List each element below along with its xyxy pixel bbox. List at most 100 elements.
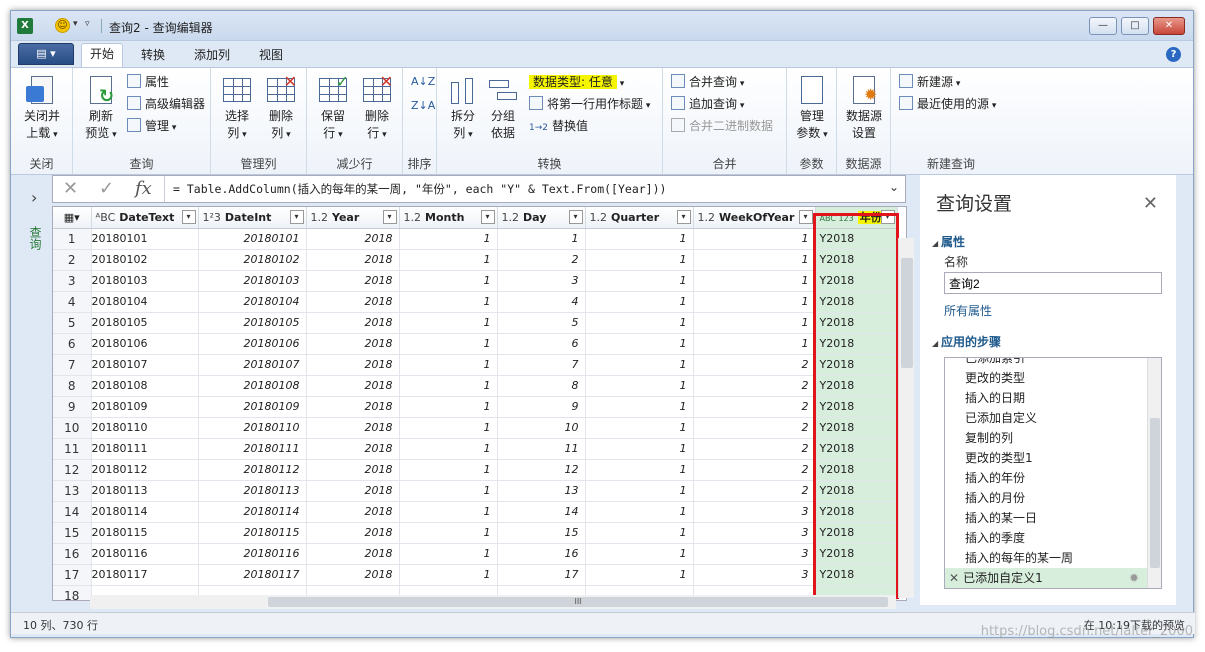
table-cell[interactable]: 1 [585, 312, 694, 334]
grid-horizontal-scrollbar[interactable]: III [90, 595, 896, 609]
accept-formula-icon[interactable]: ✓ [99, 178, 114, 199]
table-cell[interactable]: 1 [585, 249, 694, 271]
filter-dropdown-icon[interactable]: ▾ [382, 210, 397, 224]
new-source-button[interactable]: 新建源 [899, 72, 960, 92]
table-cell[interactable]: 1 [497, 228, 586, 250]
table-cell[interactable]: 2018 [306, 375, 400, 397]
table-cell[interactable]: 20180116 [198, 543, 307, 565]
applied-step[interactable]: 插入的每年的某一周 [945, 548, 1161, 568]
column-header-month[interactable]: 1.2 Month ▾ [399, 207, 498, 229]
minimize-button[interactable]: — [1089, 17, 1117, 35]
applied-step[interactable]: 插入的季度 [945, 528, 1161, 548]
table-cell[interactable]: 2018 [306, 543, 400, 565]
split-column-button[interactable]: 拆分 列 [445, 74, 481, 144]
tab-home[interactable]: 开始 [81, 43, 124, 68]
sort-ascending-icon[interactable]: A↓Z [411, 72, 435, 92]
filter-dropdown-icon[interactable]: ▾ [798, 210, 813, 224]
table-cell[interactable]: 1 [585, 459, 694, 481]
expand-queries-icon[interactable]: › [31, 188, 37, 207]
table-cell[interactable]: 1 [585, 480, 694, 502]
table-cell[interactable]: 20180106 [198, 333, 307, 355]
applied-step[interactable]: 更改的类型 [945, 368, 1161, 388]
table-cell[interactable]: 20180117 [198, 564, 307, 586]
table-cell[interactable]: 1 [585, 291, 694, 313]
table-row[interactable]: 7 20180107 20180107 2018 1 7 1 2 Y2018 [53, 354, 898, 376]
table-cell[interactable]: 1 [693, 291, 816, 313]
scroll-thumb[interactable] [1150, 418, 1160, 568]
applied-step[interactable]: 插入的日期 [945, 388, 1161, 408]
table-cell[interactable]: 2018 [306, 417, 400, 439]
use-first-row-as-headers-button[interactable]: 将第一行用作标题 [529, 94, 650, 114]
table-cell[interactable]: 3 [693, 501, 816, 523]
table-cell[interactable]: 1 [399, 564, 498, 586]
filter-dropdown-icon[interactable]: ▾ [289, 210, 304, 224]
table-cell[interactable]: 2018 [306, 438, 400, 460]
step-settings-icon[interactable]: ✹ [1129, 568, 1139, 588]
qat-dropdown-icon[interactable]: ▾ [73, 19, 78, 29]
table-cell[interactable]: 20180112 [91, 459, 199, 481]
applied-step[interactable]: 插入的月份 [945, 488, 1161, 508]
row-number[interactable]: 17 [53, 564, 92, 586]
table-cell[interactable]: 1 [585, 543, 694, 565]
table-cell[interactable]: 20180108 [198, 375, 307, 397]
table-cell[interactable]: 20180106 [91, 333, 199, 355]
maximize-button[interactable]: □ [1121, 17, 1149, 35]
table-cell[interactable]: 2 [497, 249, 586, 271]
table-cell[interactable]: 1 [399, 228, 498, 250]
table-row[interactable]: 12 20180112 20180112 2018 1 12 1 2 Y2018 [53, 459, 898, 481]
table-cell[interactable]: 1 [693, 312, 816, 334]
table-cell[interactable]: 1 [585, 270, 694, 292]
table-cell[interactable]: 20180101 [198, 228, 307, 250]
table-cell[interactable]: 1 [585, 501, 694, 523]
table-menu-icon[interactable]: ▦▾ [53, 207, 92, 229]
table-cell[interactable]: 2018 [306, 396, 400, 418]
merge-queries-button[interactable]: 合并查询 [671, 72, 744, 92]
properties-button[interactable]: 属性 [127, 72, 169, 92]
row-number[interactable]: 7 [53, 354, 92, 376]
table-cell[interactable]: 20180115 [91, 522, 199, 544]
filter-dropdown-icon[interactable]: ▾ [676, 210, 691, 224]
table-cell[interactable]: 1 [585, 396, 694, 418]
remove-columns-button[interactable]: ✕ 删除 列 [261, 74, 301, 144]
table-cell[interactable]: 4 [497, 291, 586, 313]
table-cell[interactable]: Y2018 [815, 501, 898, 523]
tab-transform[interactable]: 转换 [133, 45, 173, 67]
table-cell[interactable]: 1 [585, 438, 694, 460]
table-cell[interactable]: 20180105 [198, 312, 307, 334]
remove-rows-button[interactable]: ✕ 删除 行 [357, 74, 397, 144]
table-cell[interactable]: Y2018 [815, 354, 898, 376]
table-cell[interactable]: 20180103 [91, 270, 199, 292]
data-source-settings-button[interactable]: ✹ 数据源 设置 [841, 74, 887, 142]
table-cell[interactable]: 1 [399, 543, 498, 565]
table-cell[interactable]: 2 [693, 438, 816, 460]
table-cell[interactable]: 2018 [306, 333, 400, 355]
table-cell[interactable]: 3 [693, 564, 816, 586]
table-cell[interactable]: 20180107 [198, 354, 307, 376]
table-cell[interactable]: 2018 [306, 312, 400, 334]
table-cell[interactable]: 20180111 [91, 438, 199, 460]
table-cell[interactable]: 3 [497, 270, 586, 292]
table-cell[interactable]: Y2018 [815, 564, 898, 586]
table-cell[interactable]: 1 [399, 417, 498, 439]
column-header-dateint[interactable]: 1²3 DateInt ▾ [198, 207, 307, 229]
table-row[interactable]: 13 20180113 20180113 2018 1 13 1 2 Y2018 [53, 480, 898, 502]
table-row[interactable]: 4 20180104 20180104 2018 1 4 1 1 Y2018 [53, 291, 898, 313]
table-cell[interactable]: 1 [399, 480, 498, 502]
table-cell[interactable]: 1 [399, 333, 498, 355]
query-name-input[interactable] [944, 272, 1162, 294]
table-cell[interactable]: 1 [399, 291, 498, 313]
table-cell[interactable]: 20180117 [91, 564, 199, 586]
tab-view[interactable]: 视图 [251, 45, 291, 67]
table-cell[interactable]: 1 [585, 354, 694, 376]
table-cell[interactable]: 2018 [306, 480, 400, 502]
filter-dropdown-icon[interactable]: ▾ [880, 210, 895, 224]
table-cell[interactable]: 20180103 [198, 270, 307, 292]
column-header-quarter[interactable]: 1.2 Quarter ▾ [585, 207, 694, 229]
data-type-dropdown[interactable]: 数据类型: 任意 [529, 72, 624, 92]
table-cell[interactable]: 2 [693, 417, 816, 439]
row-number[interactable]: 18 [53, 585, 92, 600]
table-cell[interactable]: 2018 [306, 249, 400, 271]
table-cell[interactable]: 1 [585, 228, 694, 250]
table-cell[interactable]: 10 [497, 417, 586, 439]
table-row[interactable]: 8 20180108 20180108 2018 1 8 1 2 Y2018 [53, 375, 898, 397]
